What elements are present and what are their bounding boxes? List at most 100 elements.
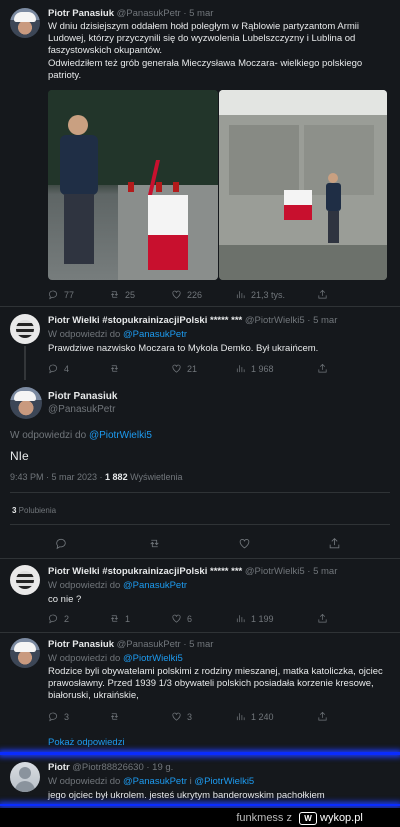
retweet-icon (111, 291, 118, 298)
post4-author-name[interactable]: Piotr Panasiuk (48, 639, 114, 650)
views-count: 1 968 (251, 363, 274, 374)
post1-header: Piotr Panasiuk @PanasukPetr · 5 mar (48, 8, 213, 19)
reply-icon (49, 364, 58, 374)
post3-reply-context: W odpowiedzi do @PanasukPetr (48, 580, 187, 591)
reply-count: 77 (64, 289, 75, 300)
avatar-piotr-panasiuk[interactable] (10, 8, 40, 38)
post5-meta[interactable]: @Piotr88826630 · 19 g. (72, 762, 173, 773)
divider (10, 524, 390, 525)
main-author-name[interactable]: Piotr Panasiuk (48, 391, 117, 402)
watermark-source: funkmess z (236, 812, 292, 824)
retweet-count: 25 (125, 289, 136, 300)
retweet-button[interactable] (148, 537, 238, 550)
like-button[interactable]: 3 (171, 711, 235, 722)
views-button[interactable]: 21,3 tys. (235, 289, 317, 300)
retweet-button[interactable]: 1 (109, 613, 171, 624)
reply-count: 3 (64, 711, 70, 722)
like-button[interactable] (238, 537, 328, 550)
views-count: 1 240 (251, 711, 274, 722)
post1-meta[interactable]: @PanasukPetr · 5 mar (117, 8, 214, 19)
avatar-piotr-other[interactable] (10, 762, 40, 792)
retweet-button[interactable] (109, 711, 171, 722)
share-button[interactable] (328, 537, 341, 550)
post3-actions: 2 1 6 1 199 (48, 613, 328, 624)
post1-text: W dniu dzisiejszym oddałem hołd poległym… (48, 21, 363, 81)
heart-icon (172, 364, 181, 373)
avatar-piotr-wielki[interactable] (10, 565, 40, 595)
wykop-logo: W wykop.pl (299, 811, 395, 825)
reply-count: 2 (64, 613, 70, 624)
views-button[interactable]: 1 199 (235, 613, 317, 624)
reply-mention-link[interactable]: @PiotrWielki5 (89, 430, 152, 441)
post3-text: co nie ? (48, 594, 82, 605)
avatar-piotr-wielki[interactable] (10, 314, 40, 344)
post1-author-name[interactable]: Piotr Panasiuk (48, 8, 114, 19)
views-icon (236, 291, 245, 299)
reply-button[interactable]: 3 (48, 711, 109, 722)
retweet-icon (111, 713, 118, 720)
share-button[interactable] (317, 711, 328, 722)
highlight-divider (0, 804, 400, 806)
like-button[interactable]: 226 (171, 289, 235, 300)
timestamp-text[interactable]: 9:43 PM · 5 mar 2023 · (10, 472, 105, 482)
post2-author-name[interactable]: Piotr Wielki #stopukrainizacjiPolski ***… (48, 315, 242, 326)
reply-prefix: W odpowiedzi do (48, 653, 123, 664)
views-label: Wyświetlenia (127, 472, 183, 482)
like-count: 3 (187, 711, 193, 722)
post4-meta[interactable]: @PanasukPetr · 5 mar (117, 639, 214, 650)
share-button[interactable] (317, 289, 328, 300)
post2-text: Prawdziwe nazwisko Moczara to Mykola Dem… (48, 343, 319, 354)
reply-button[interactable] (55, 537, 148, 550)
retweet-button[interactable]: 25 (109, 289, 171, 300)
share-icon (318, 363, 327, 373)
post5-author-name[interactable]: Piotr (48, 762, 70, 773)
avatar-piotr-panasiuk[interactable] (10, 638, 40, 668)
like-count: 21 (187, 363, 198, 374)
post3-author-name[interactable]: Piotr Wielki #stopukrainizacjiPolski ***… (48, 566, 242, 577)
reply-button[interactable]: 77 (48, 289, 109, 300)
retweet-icon (150, 539, 159, 548)
likes-label: Polubienia (16, 506, 57, 515)
reply-mention-link[interactable]: @PanasukPetr (123, 580, 187, 591)
post2-meta[interactable]: @PiotrWielki5 · 5 mar (245, 315, 338, 326)
reply-button[interactable]: 4 (48, 363, 109, 374)
memorial-photo-right-illustration (219, 90, 387, 280)
share-icon (329, 538, 340, 549)
divider (10, 492, 390, 493)
photo-memorial-wall[interactable] (219, 90, 387, 280)
views-button[interactable]: 1 240 (235, 711, 317, 722)
reply-mention-link[interactable]: @PiotrWielki5 (194, 776, 254, 787)
divider (0, 558, 400, 559)
show-replies-link[interactable]: Pokaż odpowiedzi (48, 737, 125, 748)
share-button[interactable] (317, 363, 328, 374)
heart-icon (172, 290, 181, 299)
like-count: 226 (187, 289, 203, 300)
post3-meta[interactable]: @PiotrWielki5 · 5 mar (245, 566, 338, 577)
reply-mention-link[interactable]: @PanasukPetr (123, 776, 187, 787)
reply-prefix: W odpowiedzi do (10, 430, 89, 441)
share-button[interactable] (317, 613, 328, 624)
post3-header: Piotr Wielki #stopukrainizacjiPolski ***… (48, 566, 337, 577)
views-button[interactable]: 1 968 (235, 363, 317, 374)
like-button[interactable]: 21 (171, 363, 235, 374)
views-icon (236, 365, 245, 373)
divider (0, 306, 400, 307)
retweet-button[interactable] (109, 363, 171, 374)
post4-header: Piotr Panasiuk @PanasukPetr · 5 mar (48, 639, 213, 650)
avatar-piotr-panasiuk[interactable] (10, 387, 42, 419)
thread-line (24, 346, 26, 380)
reply-mention-link[interactable]: @PiotrWielki5 (123, 653, 183, 664)
reply-mention-link[interactable]: @PanasukPetr (123, 329, 187, 340)
main-timestamp: 9:43 PM · 5 mar 2023 · 1 882 Wyświetleni… (10, 472, 183, 482)
main-likes-summary[interactable]: 3 Polubienia (12, 506, 56, 515)
like-count: 6 (187, 613, 193, 624)
main-author-handle[interactable]: @PanasukPetr (48, 404, 115, 415)
post4-text: Rodzice byli obywatelami polskimi z rodz… (48, 666, 383, 702)
like-button[interactable]: 6 (171, 613, 235, 624)
reply-prefix: W odpowiedzi do (48, 580, 123, 591)
wykop-icon: W (299, 811, 317, 825)
reply-button[interactable]: 2 (48, 613, 109, 624)
share-icon (318, 289, 327, 299)
photo-man-at-memorial[interactable] (48, 90, 218, 280)
retweet-icon (111, 365, 118, 372)
